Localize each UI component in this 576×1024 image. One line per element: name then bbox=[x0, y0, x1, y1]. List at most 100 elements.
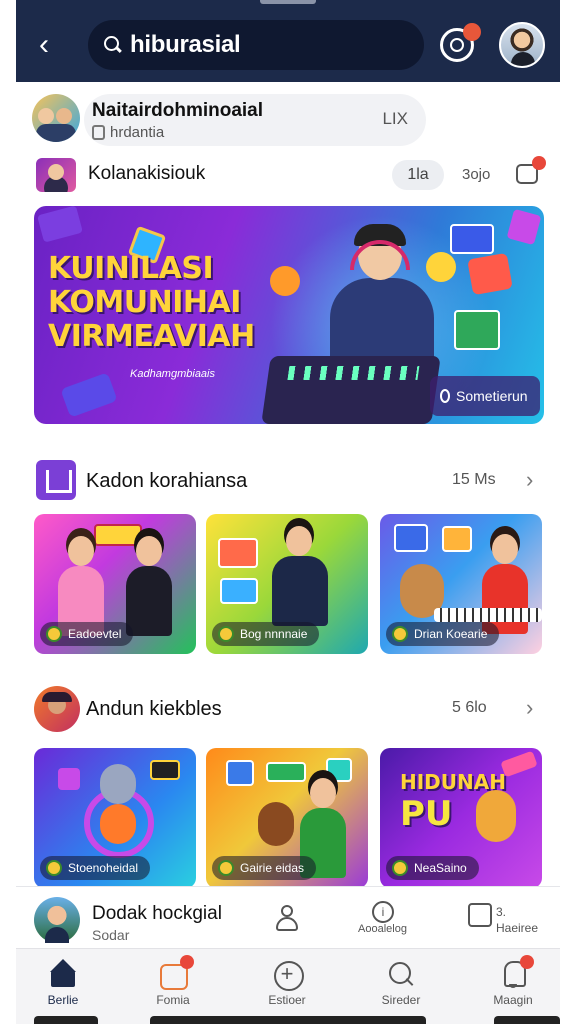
tab-notifications[interactable]: Maagin bbox=[478, 955, 548, 1019]
section-count: 15 Ms bbox=[452, 471, 496, 488]
user-pill[interactable]: Naitairdohminoaial hrdantia LIX bbox=[84, 94, 426, 146]
channel-chip[interactable]: 1la bbox=[392, 160, 444, 190]
video-card[interactable]: Eadoevtel bbox=[34, 514, 196, 654]
search-query: hiburasial bbox=[130, 31, 241, 58]
photo-decor bbox=[226, 760, 254, 786]
person-icon[interactable] bbox=[272, 903, 302, 933]
lock-icon bbox=[92, 125, 105, 140]
mascot-illustration bbox=[476, 790, 516, 842]
tab-badge bbox=[520, 955, 534, 969]
tab-create[interactable]: Estioer bbox=[252, 959, 322, 1019]
person-illustration bbox=[126, 536, 172, 636]
card-label: Drian Koearie bbox=[386, 622, 500, 646]
user-name: Naitairdohminoaial bbox=[92, 100, 264, 121]
decor-shape bbox=[506, 208, 542, 246]
user-card[interactable]: Naitairdohminoaial hrdantia LIX bbox=[16, 92, 560, 148]
photo-decor bbox=[218, 538, 258, 568]
info-icon[interactable]: i bbox=[372, 901, 394, 923]
tab-label: Sireder bbox=[381, 993, 421, 1007]
menu-count: 3. bbox=[496, 905, 507, 919]
section-header-1[interactable]: Kadon korahiansa 15 Ms › bbox=[16, 458, 560, 502]
info-label: Aooalelog bbox=[358, 923, 407, 935]
video-card[interactable]: Gairie eidas bbox=[206, 748, 368, 888]
keyboard-decor bbox=[434, 608, 542, 622]
video-card[interactable]: Stoenoheidal bbox=[34, 748, 196, 888]
photo-icon bbox=[454, 310, 500, 350]
tab-label: Estioer bbox=[268, 993, 306, 1007]
person-illustration bbox=[58, 536, 104, 636]
app-frame: ‹ hiburasial Naitairdohminoaial hrdantia… bbox=[16, 0, 560, 1024]
section-header-2[interactable]: Andun kiekbles 5 6lo › bbox=[16, 686, 560, 732]
tab-label: Berlie bbox=[47, 993, 79, 1007]
hero-title-line: VIRMEAVIAH bbox=[48, 319, 255, 354]
decor-shape bbox=[37, 206, 83, 243]
plus-icon bbox=[272, 959, 304, 991]
video-card[interactable]: HIDUNAH PU NeaSaino bbox=[380, 748, 542, 888]
hero-button[interactable]: Sometierun bbox=[430, 376, 540, 416]
decor-shape bbox=[150, 760, 180, 780]
section-count: 5 6lo bbox=[452, 699, 487, 716]
back-icon[interactable]: ‹ bbox=[30, 28, 58, 62]
presenter-illustration bbox=[330, 220, 434, 378]
card-label: Gairie eidas bbox=[212, 856, 317, 880]
notification-icon[interactable] bbox=[440, 23, 481, 62]
search-icon bbox=[386, 959, 416, 989]
channel-avatar[interactable] bbox=[36, 158, 76, 192]
card-label: Eadoevtel bbox=[40, 622, 134, 646]
photo-icon bbox=[450, 224, 494, 254]
tab-home[interactable]: Berlie bbox=[28, 959, 98, 1019]
tab-label: Maagin bbox=[493, 993, 533, 1007]
tab-games[interactable]: Fomia bbox=[138, 955, 208, 1019]
menu-icon[interactable] bbox=[468, 903, 492, 927]
hero-title-line: KOMUNIHAI bbox=[48, 285, 241, 320]
comment-icon[interactable] bbox=[516, 156, 546, 184]
comment-badge bbox=[532, 156, 546, 170]
card-label: Bog nnnnaie bbox=[212, 622, 320, 646]
robot-illustration bbox=[100, 764, 136, 804]
mixer-illustration bbox=[261, 356, 441, 424]
decor-shape bbox=[500, 750, 538, 778]
mic-icon bbox=[440, 389, 450, 403]
robot-body bbox=[100, 804, 136, 844]
hero-title-line: KUINILASI bbox=[48, 251, 214, 286]
calendar-icon bbox=[467, 252, 513, 296]
group-avatar bbox=[32, 94, 80, 142]
profile-row-name: Dodak hockgial bbox=[92, 903, 222, 924]
hero-title: KUINILASI KOMUNIHAI VIRMEAVIAH bbox=[48, 252, 298, 354]
channel-row: Kolanakisiouk 1la 3ojo bbox=[16, 154, 560, 196]
system-bar bbox=[494, 1016, 560, 1024]
channel-name[interactable]: Kolanakisiouk bbox=[88, 163, 205, 185]
search-input[interactable]: hiburasial bbox=[88, 20, 424, 70]
tab-badge bbox=[180, 955, 194, 969]
photo-decor bbox=[394, 524, 428, 552]
hero-subtitle: Kadhamgmbiaais bbox=[130, 368, 215, 380]
user-tag: LIX bbox=[382, 109, 408, 128]
hero-banner[interactable]: KUINILASI KOMUNIHAI VIRMEAVIAH Kadhamgmb… bbox=[34, 206, 544, 424]
profile-avatar[interactable] bbox=[499, 22, 545, 68]
bottom-tab-bar: Berlie Fomia Estioer Sireder Maagin bbox=[16, 948, 560, 1024]
person-illustration bbox=[272, 526, 328, 626]
section-title: Andun kiekbles bbox=[86, 698, 222, 720]
photo-decor bbox=[220, 578, 258, 604]
video-card[interactable]: Bog nnnnaie bbox=[206, 514, 368, 654]
notification-ring bbox=[450, 38, 464, 52]
gift-icon bbox=[36, 460, 76, 500]
hero-button-label: Sometierun bbox=[456, 388, 528, 404]
profile-row-avatar[interactable] bbox=[34, 897, 80, 943]
chevron-right-icon[interactable]: › bbox=[526, 696, 546, 720]
tab-label: Fomia bbox=[156, 993, 190, 1007]
search-icon bbox=[102, 34, 124, 56]
video-card[interactable]: Drian Koearie bbox=[380, 514, 542, 654]
profile-row[interactable]: Dodak hockgial Sodar i Aooalelog 3. Haei… bbox=[16, 886, 560, 948]
status-notch bbox=[260, 0, 316, 4]
chevron-right-icon[interactable]: › bbox=[526, 468, 546, 492]
decor-shape bbox=[60, 372, 118, 418]
home-indicator[interactable] bbox=[150, 1016, 426, 1024]
photo-decor bbox=[442, 526, 472, 552]
card-label: Stoenoheidal bbox=[40, 856, 151, 880]
decor-shape bbox=[58, 768, 80, 790]
notification-badge bbox=[463, 23, 481, 41]
user-subtitle: hrdantia bbox=[110, 124, 165, 141]
tab-search[interactable]: Sireder bbox=[366, 959, 436, 1019]
top-bar: ‹ hiburasial bbox=[16, 0, 560, 82]
